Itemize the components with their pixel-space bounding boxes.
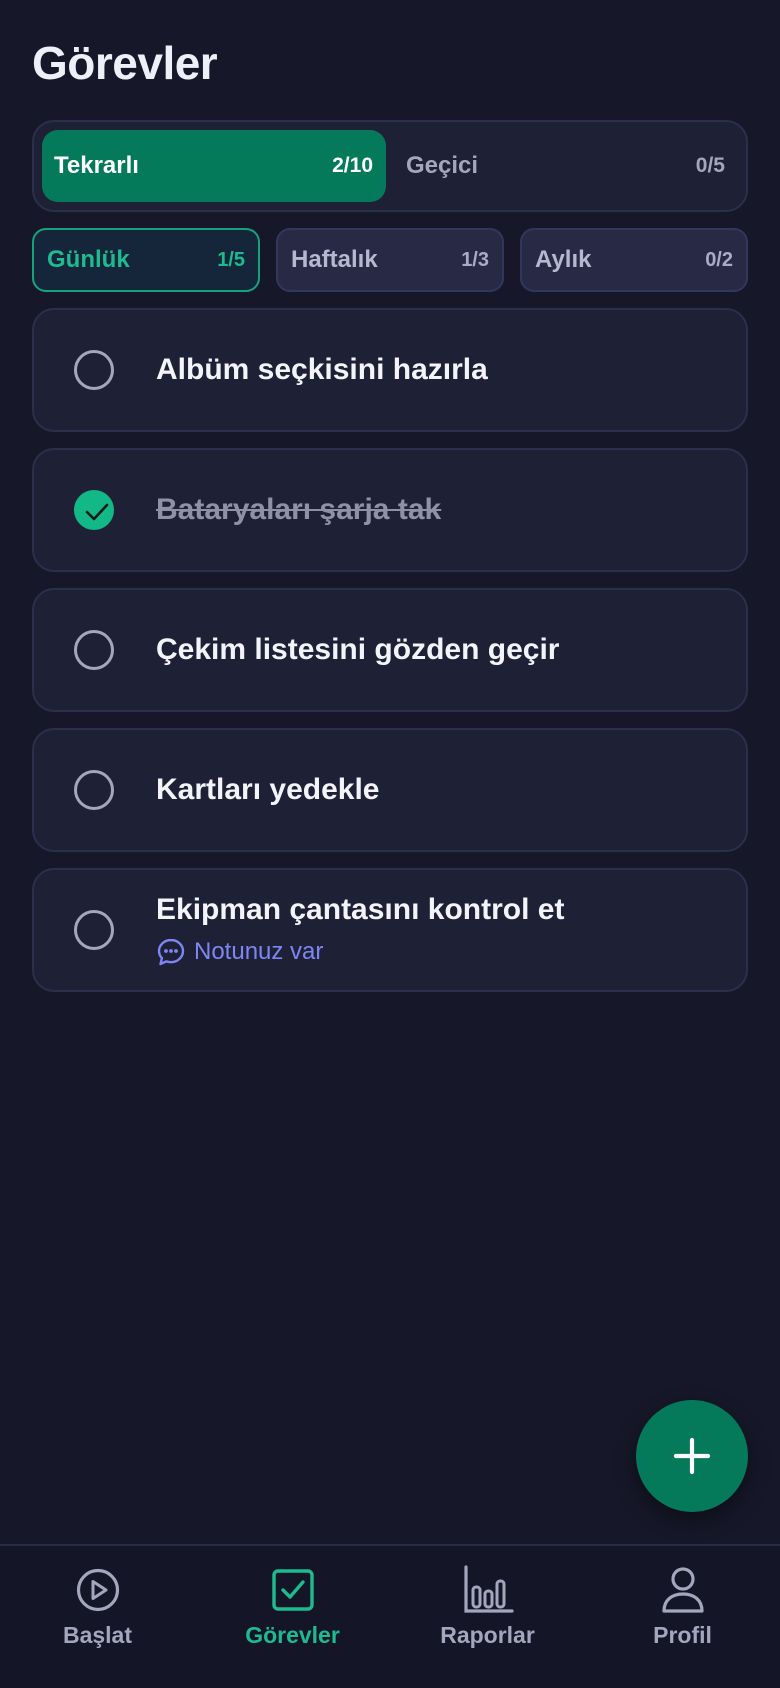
- tab-label: Raporlar: [440, 1622, 535, 1648]
- tab-label: Profil: [653, 1622, 712, 1648]
- task-checkbox-checked[interactable]: [74, 490, 114, 530]
- segment-count: 2/10: [332, 154, 373, 177]
- segment-label: Geçici: [406, 152, 479, 179]
- period-filter-chips: Günlük 1/5 Haftalık 1/3 Aylık 0/2: [32, 228, 748, 292]
- segment-label: Tekrarlı: [54, 152, 139, 179]
- task-type-segmented-control: Tekrarlı 2/10 Geçici 0/5: [32, 120, 748, 212]
- page-title: Görevler: [32, 37, 218, 89]
- add-task-button[interactable]: [636, 1400, 748, 1512]
- tab-gorevler[interactable]: Görevler: [195, 1546, 390, 1688]
- task-checkbox[interactable]: [74, 770, 114, 810]
- play-circle-icon: [76, 1568, 119, 1612]
- task-card[interactable]: Kartları yedekle: [32, 728, 748, 852]
- filter-count: 1/3: [461, 248, 489, 271]
- filter-count: 1/5: [217, 248, 245, 271]
- filter-count: 0/2: [705, 248, 733, 271]
- task-card[interactable]: Çekim listesini gözden geçir: [32, 588, 748, 712]
- task-checkbox[interactable]: [74, 350, 114, 390]
- bar-chart-icon: [463, 1565, 514, 1613]
- task-card[interactable]: Bataryaları şarja tak: [32, 448, 748, 572]
- filter-label: Günlük: [47, 246, 130, 273]
- task-list: Albüm seçkisini hazırla Bataryaları şarj…: [32, 308, 748, 1008]
- segment-gecici[interactable]: Geçici 0/5: [394, 130, 738, 202]
- task-title: Çekim listesini gözden geçir: [156, 633, 560, 666]
- segment-count: 0/5: [695, 154, 725, 177]
- task-title: Kartları yedekle: [156, 773, 380, 806]
- task-note[interactable]: Notunuz var: [156, 937, 726, 967]
- filter-chip-gunluk[interactable]: Günlük 1/5: [32, 228, 260, 292]
- segment-tekrarli[interactable]: Tekrarlı 2/10: [42, 130, 386, 202]
- tab-profil[interactable]: Profil: [585, 1546, 780, 1688]
- task-checkbox[interactable]: [74, 910, 114, 950]
- tab-label: Görevler: [245, 1622, 340, 1648]
- user-icon: [661, 1567, 704, 1613]
- chat-bubble-icon: [157, 938, 185, 966]
- note-link-text: Notunuz var: [194, 938, 324, 965]
- task-title: Ekipman çantasını kontrol et: [156, 893, 565, 926]
- filter-chip-haftalik[interactable]: Haftalık 1/3: [276, 228, 504, 292]
- task-card[interactable]: Albüm seçkisini hazırla: [32, 308, 748, 432]
- filter-label: Aylık: [535, 246, 592, 273]
- tab-raporlar[interactable]: Raporlar: [390, 1546, 585, 1688]
- task-title: Bataryaları şarja tak: [156, 493, 442, 526]
- checkmark-icon: [85, 503, 109, 521]
- filter-chip-aylik[interactable]: Aylık 0/2: [520, 228, 748, 292]
- tab-label: Başlat: [62, 1622, 133, 1648]
- task-title: Albüm seçkisini hazırla: [156, 353, 488, 386]
- plus-icon: [673, 1437, 711, 1475]
- task-card[interactable]: Ekipman çantasını kontrol et Notunuz var: [32, 868, 748, 992]
- tab-baslat[interactable]: Başlat: [0, 1546, 195, 1688]
- task-checkbox[interactable]: [74, 630, 114, 670]
- bottom-tab-bar: Başlat Görevler Raporlar Profil: [0, 1544, 780, 1688]
- check-square-icon: [271, 1569, 314, 1611]
- filter-label: Haftalık: [291, 246, 378, 273]
